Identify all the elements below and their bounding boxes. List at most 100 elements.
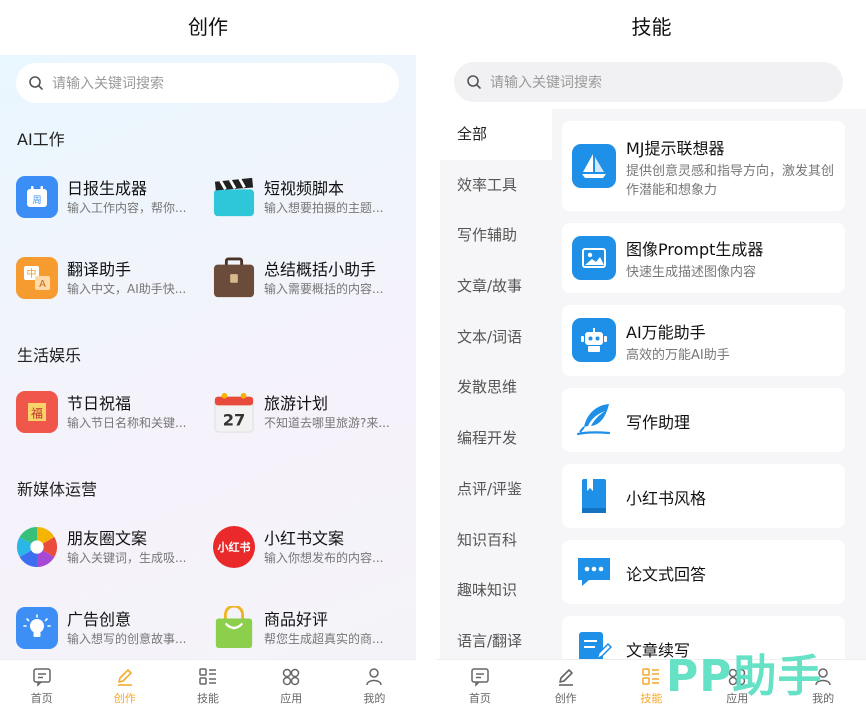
skill-name: 图像Prompt生成器 [626, 240, 764, 259]
search-icon [29, 76, 43, 90]
section-title-new-media: 新媒体运营 [17, 480, 98, 499]
chat-icon [572, 550, 616, 594]
search-placeholder: 请输入关键词搜索 [490, 75, 602, 91]
category-encyclopedia[interactable]: 知识百科 [440, 515, 552, 566]
skill-name: 论文式回答 [626, 565, 707, 584]
xiaohongshu-logo-text: 小红书 [217, 541, 251, 554]
category-programming[interactable]: 编程开发 [440, 413, 552, 464]
skills-screen: 技能 请输入关键词搜索 全部 效率工具 写作辅助 文章/故事 文本/词语 发散思… [437, 0, 866, 714]
creation-screen: 创作 请输入关键词搜索 AI工作 周 日报生成器 输入工作内容，帮你... 短视… [0, 0, 416, 714]
category-writing[interactable]: 写作辅助 [440, 210, 552, 261]
tool-desc: 输入你想发布的内容... [264, 551, 384, 565]
tool-summary-helper[interactable]: 总结概括小助手 输入需要概括的内容... [213, 252, 403, 302]
tab-skills[interactable]: 技能 [166, 660, 249, 714]
page-title: 创作 [0, 0, 416, 55]
search-input[interactable]: 请输入关键词搜索 [454, 62, 843, 102]
calendar-27-icon: 27 [213, 391, 255, 433]
tab-label: 创作 [554, 692, 577, 705]
tool-name: 广告创意 [67, 610, 132, 629]
skills-grid-icon [199, 668, 216, 685]
tab-create[interactable]: 创作 [523, 660, 609, 714]
calendar-week-icon: 周 [16, 176, 58, 218]
page-title: 技能 [437, 0, 866, 55]
tab-home[interactable]: 首页 [437, 660, 523, 714]
tab-label: 首页 [30, 692, 53, 705]
tool-product-review[interactable]: 商品好评 帮您生成超真实的商... [213, 602, 403, 652]
svg-text:福: 福 [31, 406, 43, 421]
bottom-tab-bar: 首页 创作 技能 应用 我的 [0, 659, 416, 714]
person-icon [366, 668, 383, 686]
category-all[interactable]: 全部 [440, 109, 552, 160]
tool-desc: 输入需要概括的内容... [264, 282, 384, 296]
search-icon [467, 75, 481, 89]
tab-profile[interactable]: 我的 [333, 660, 416, 714]
skill-name: 写作助理 [626, 413, 691, 432]
watermark: PP助手 [666, 651, 823, 702]
tab-label: 首页 [468, 692, 491, 705]
tool-name: 短视频脚本 [264, 179, 345, 198]
tab-label: 技能 [640, 692, 663, 705]
category-divergent[interactable]: 发散思维 [440, 362, 552, 413]
briefcase-icon [213, 257, 255, 299]
tool-desc: 输入想要拍摄的主题... [264, 201, 384, 215]
tool-festival-blessing[interactable]: 福 节日祝福 输入节日名称和关键... [16, 386, 206, 436]
skills-grid-icon [642, 668, 660, 685]
tool-name: 总结概括小助手 [264, 260, 377, 279]
category-text-words[interactable]: 文本/词语 [440, 312, 552, 363]
search-input[interactable]: 请输入关键词搜索 [16, 63, 399, 103]
tool-short-video-script[interactable]: 短视频脚本 输入想要拍摄的主题... [213, 171, 403, 221]
svg-text:A: A [39, 279, 46, 290]
aperture-icon [16, 526, 58, 568]
tool-travel-plan[interactable]: 27 旅游计划 不知道去哪里旅游?来... [213, 386, 403, 436]
tab-apps[interactable]: 应用 [250, 660, 333, 714]
tool-desc: 不知道去哪里旅游?来... [264, 416, 390, 430]
skill-card-paper-answer[interactable]: 论文式回答 [562, 540, 845, 604]
category-efficiency[interactable]: 效率工具 [440, 160, 552, 211]
robot-icon [572, 318, 616, 362]
section-title-life: 生活娱乐 [17, 346, 82, 365]
pencil-icon [558, 669, 573, 686]
section-title-ai-work: AI工作 [17, 130, 65, 149]
tool-desc: 输入关键词，生成吸... [67, 551, 187, 565]
tab-label: 我的 [363, 692, 386, 705]
skill-desc: 快速生成描述图像内容 [626, 265, 757, 280]
tab-home[interactable]: 首页 [0, 660, 83, 714]
category-review[interactable]: 点评/评鉴 [440, 464, 552, 515]
tool-desc: 输入节日名称和关键... [67, 416, 187, 430]
skill-card-writing-assistant[interactable]: 写作助理 [562, 388, 845, 452]
skill-card-ai-assistant[interactable]: AI万能助手 高效的万能AI助手 [562, 305, 845, 376]
home-message-icon [32, 668, 51, 687]
apps-clover-icon [282, 668, 300, 686]
tool-xiaohongshu-copy[interactable]: 小红书 小红书文案 输入你想发布的内容... [213, 521, 403, 571]
skill-desc: 高效的万能AI助手 [626, 348, 730, 363]
skill-name: 小红书风格 [626, 489, 707, 508]
image-icon [572, 236, 616, 280]
tool-name: 旅游计划 [264, 394, 329, 413]
category-article-story[interactable]: 文章/故事 [440, 261, 552, 312]
tool-translate[interactable]: 中A 翻译助手 输入中文，AI助手快... [16, 252, 206, 302]
tool-desc: 输入中文，AI助手快... [67, 282, 187, 296]
tool-desc: 输入想写的创意故事... [67, 632, 187, 646]
tool-name: 翻译助手 [67, 260, 132, 279]
blessing-icon: 福 [16, 391, 58, 433]
tool-moments-copy[interactable]: 朋友圈文案 输入关键词，生成吸... [16, 521, 206, 571]
tab-create[interactable]: 创作 [83, 660, 166, 714]
category-fun-knowledge[interactable]: 趣味知识 [440, 565, 552, 616]
skill-card-mj-prompt[interactable]: MJ提示联想器 提供创意灵感和指导方向，激发其创作潜能和想象力 [562, 121, 845, 211]
skill-card-image-prompt[interactable]: 图像Prompt生成器 快速生成描述图像内容 [562, 223, 845, 293]
category-sidebar: 全部 效率工具 写作辅助 文章/故事 文本/词语 发散思维 编程开发 点评/评鉴… [440, 109, 552, 659]
skill-card-xiaohongshu-style[interactable]: 小红书风格 [562, 464, 845, 528]
skill-name: MJ提示联想器 [626, 139, 725, 158]
tool-name: 商品好评 [264, 610, 329, 629]
tool-name: 小红书文案 [264, 529, 345, 548]
skill-list: MJ提示联想器 提供创意灵感和指导方向，激发其创作潜能和想象力 图像Prompt… [552, 109, 866, 659]
calendar-day: 27 [223, 410, 246, 429]
sailboat-icon [572, 144, 616, 188]
tool-desc: 输入工作内容，帮你... [67, 201, 187, 215]
tab-label: 应用 [280, 692, 303, 705]
tool-daily-report[interactable]: 周 日报生成器 输入工作内容，帮你... [16, 171, 206, 221]
edit-document-icon [572, 626, 616, 659]
feather-icon [572, 398, 616, 442]
skill-name: AI万能助手 [626, 323, 706, 342]
tool-ad-creative[interactable]: 广告创意 输入想写的创意故事... [16, 602, 206, 652]
